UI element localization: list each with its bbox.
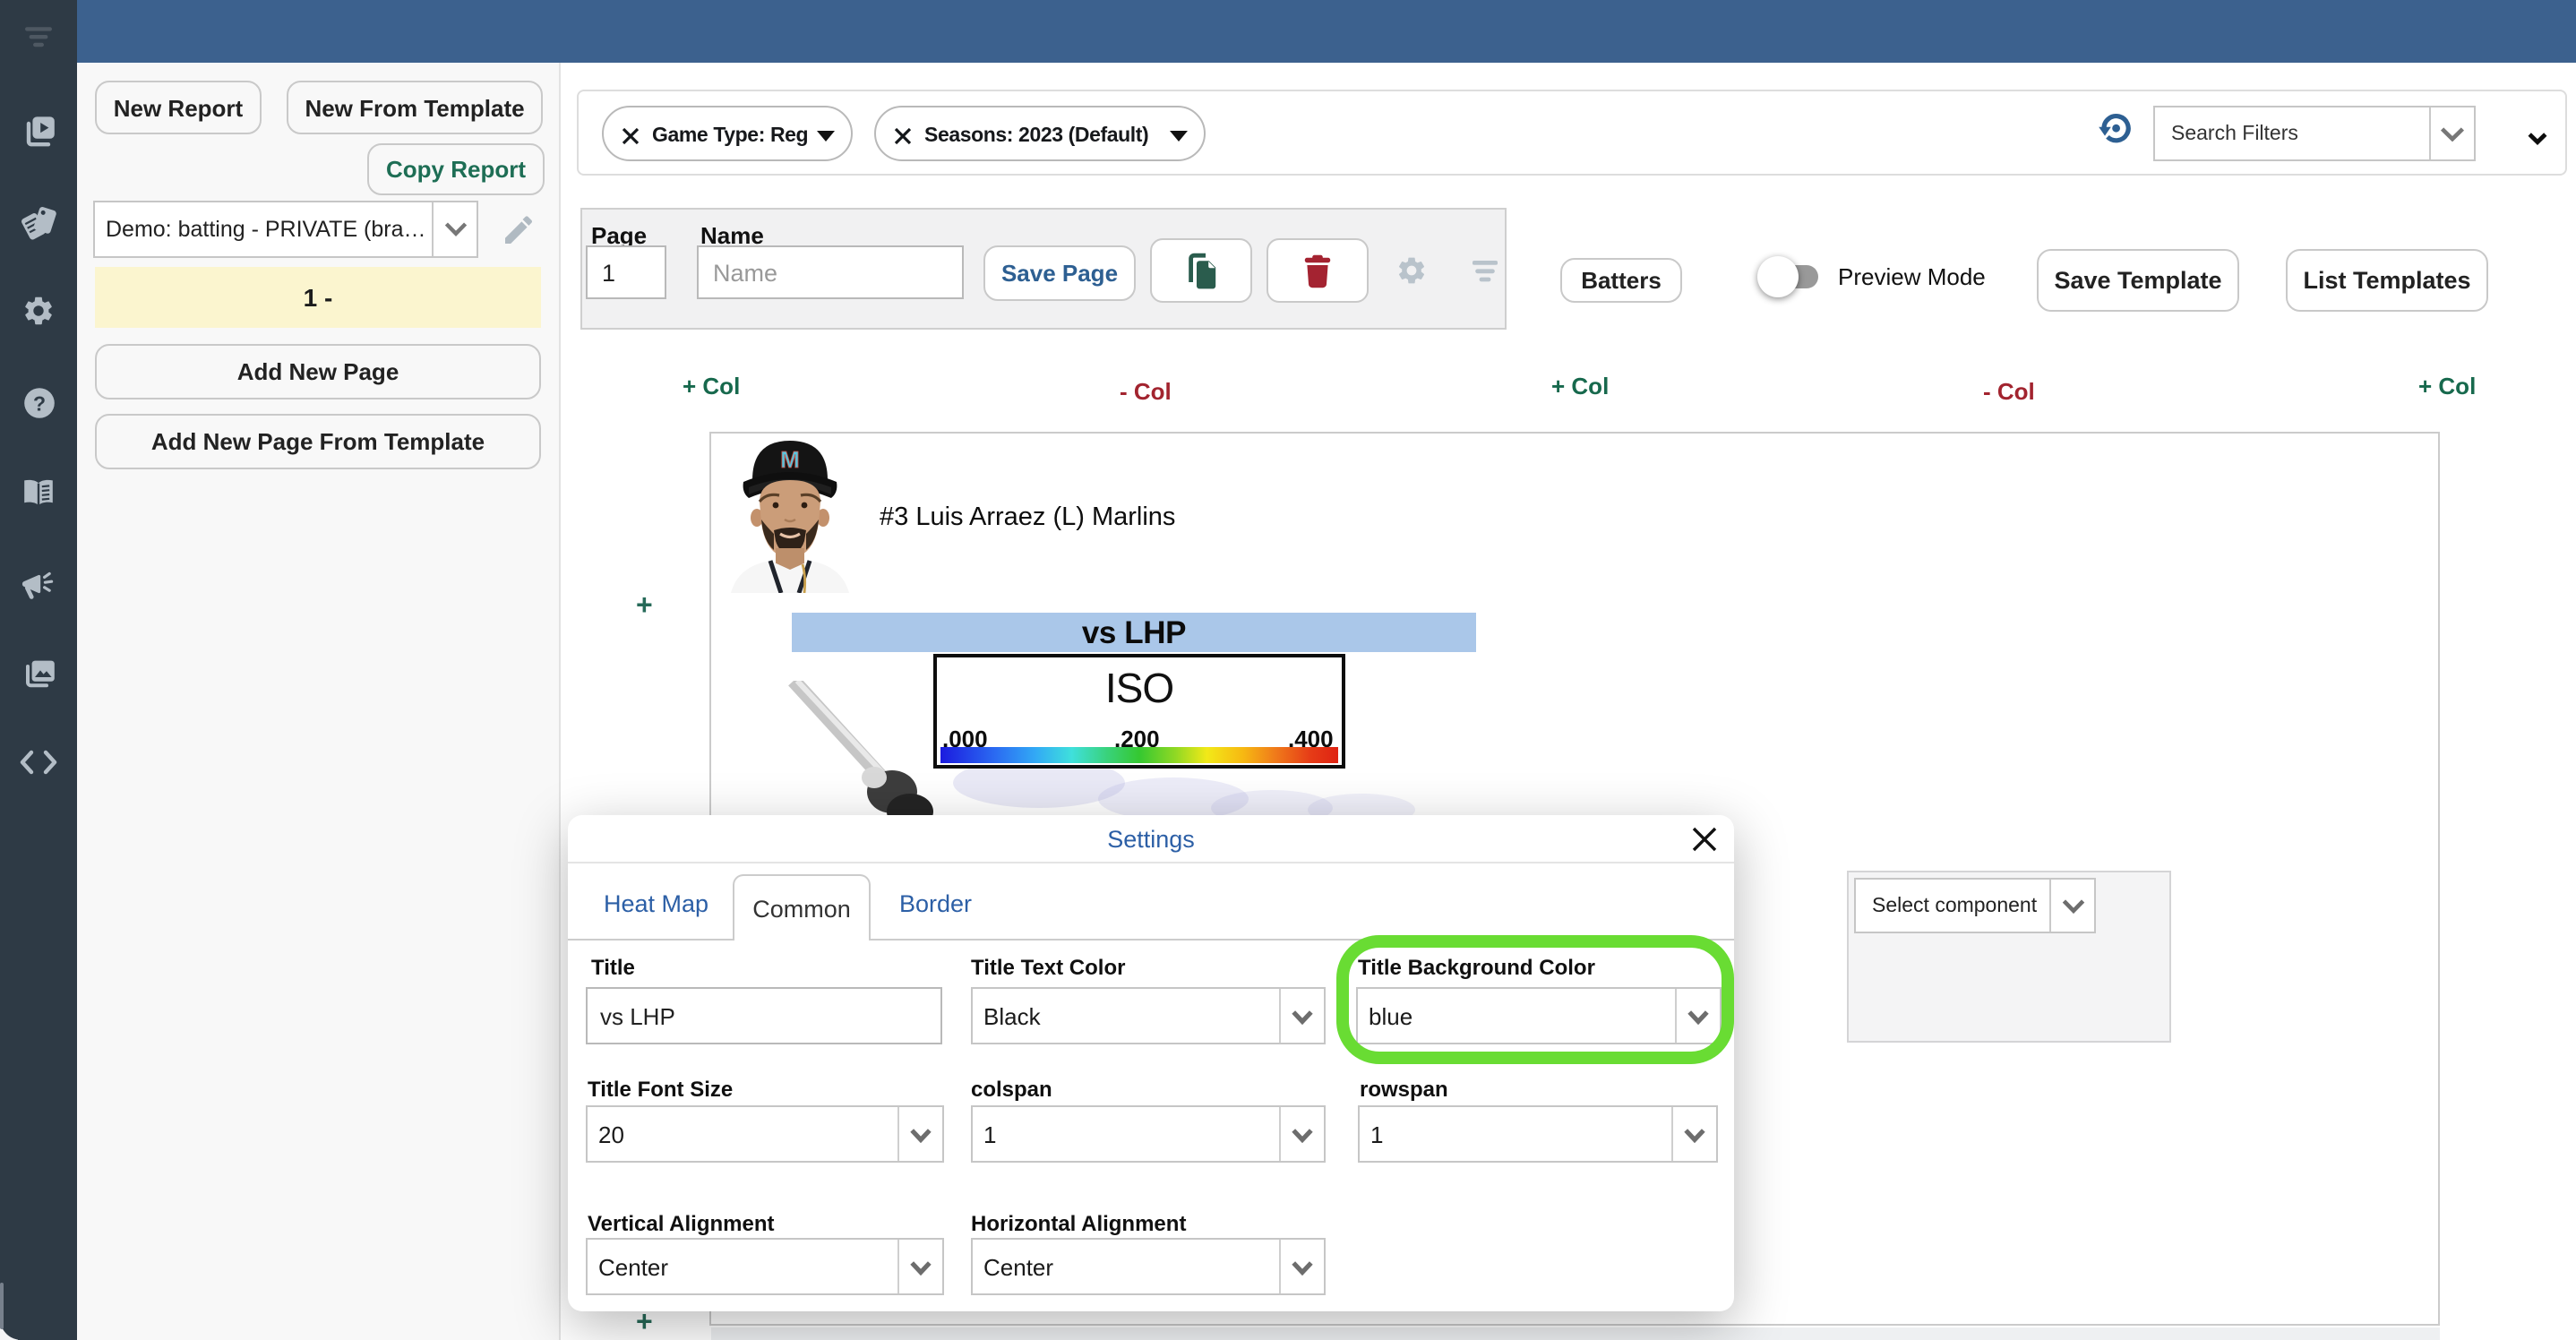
svg-text:M: M [780,446,800,473]
svg-text:?: ? [32,391,45,415]
